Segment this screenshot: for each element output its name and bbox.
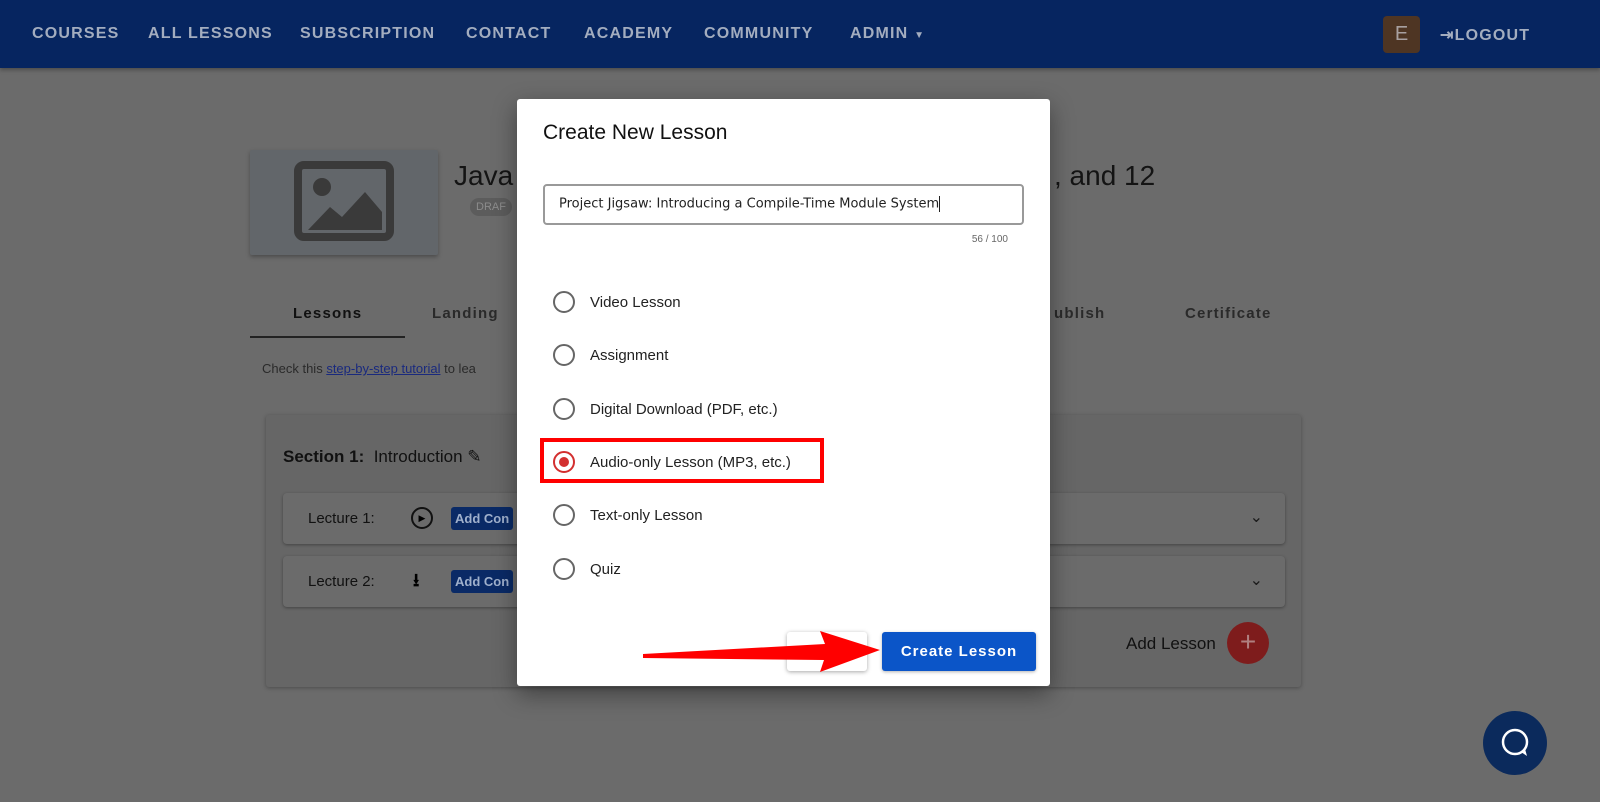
tutorial-link[interactable]: step-by-step tutorial [326, 361, 440, 376]
chevron-down-icon[interactable]: ⌄ [1250, 507, 1263, 527]
course-title: Java [454, 160, 514, 191]
lecture-label: Lecture 1: [308, 510, 375, 527]
top-navbar: COURSES ALL LESSONS SUBSCRIPTION CONTACT… [0, 0, 1600, 68]
avatar[interactable]: E [1383, 16, 1420, 53]
radio-icon[interactable] [553, 291, 575, 313]
caret-down-icon: ▼ [914, 30, 926, 41]
tab-landing[interactable]: Landing [432, 305, 499, 322]
course-title-end: , and 12 [1054, 160, 1156, 191]
create-lesson-button[interactable]: Create Lesson [882, 632, 1036, 671]
tab-lessons[interactable]: Lessons [293, 305, 362, 322]
logout-icon: ⇥ [1440, 27, 1455, 44]
chat-bubble-icon [1501, 728, 1529, 756]
play-circle-icon: ▶ [411, 507, 433, 529]
logout-button[interactable]: ⇥LOGOUT [1440, 25, 1530, 45]
radio-icon[interactable] [553, 398, 575, 420]
add-lesson-label: Add Lesson [1126, 634, 1216, 653]
radio-icon[interactable] [553, 558, 575, 580]
nav-admin[interactable]: ADMIN ▼ [850, 25, 925, 43]
nav-subscription[interactable]: SUBSCRIPTION [300, 25, 435, 43]
nav-admin-label: ADMIN [850, 25, 909, 42]
tutorial-hint: Check this step-by-step tutorial to lea [262, 361, 476, 376]
status-badge: DRAF [470, 198, 512, 216]
logout-label: LOGOUT [1454, 27, 1531, 44]
image-placeholder-icon [294, 161, 394, 241]
tab-publish[interactable]: ublish [1054, 305, 1105, 322]
nav-academy[interactable]: ACADEMY [584, 25, 673, 43]
nav-contact[interactable]: CONTACT [466, 25, 551, 43]
red-arrow-annotation [643, 631, 880, 672]
radio-icon[interactable] [553, 504, 575, 526]
nav-all-lessons[interactable]: ALL LESSONS [148, 25, 273, 43]
lecture-label: Lecture 2: [308, 573, 375, 590]
course-thumbnail[interactable] [250, 150, 438, 255]
lesson-title-input[interactable]: Project Jigsaw: Introducing a Compile-Ti… [543, 184, 1024, 225]
tab-certificate[interactable]: Certificate [1185, 305, 1272, 322]
add-content-button[interactable]: Add Con [451, 570, 513, 593]
tab-indicator [250, 336, 405, 338]
chevron-down-icon[interactable]: ⌄ [1250, 570, 1263, 590]
plus-icon: + [1239, 626, 1257, 657]
edit-pencil-icon[interactable]: ✎ [467, 447, 481, 466]
nav-courses[interactable]: COURSES [32, 25, 120, 43]
add-content-button[interactable]: Add Con [451, 507, 513, 530]
char-counter: 56 / 100 [971, 234, 1008, 245]
nav-community[interactable]: COMMUNITY [704, 25, 813, 43]
radio-icon[interactable] [553, 344, 575, 366]
add-lesson-fab[interactable]: + [1227, 622, 1269, 664]
download-icon: ⭳ [413, 570, 420, 590]
section-title: Section 1: Introduction ✎ [283, 447, 482, 466]
create-lesson-dialog: Create New Lesson Project Jigsaw: Introd… [517, 99, 1050, 686]
chat-button[interactable] [1483, 711, 1547, 775]
dialog-title: Create New Lesson [543, 121, 728, 144]
highlight-box [540, 438, 824, 483]
